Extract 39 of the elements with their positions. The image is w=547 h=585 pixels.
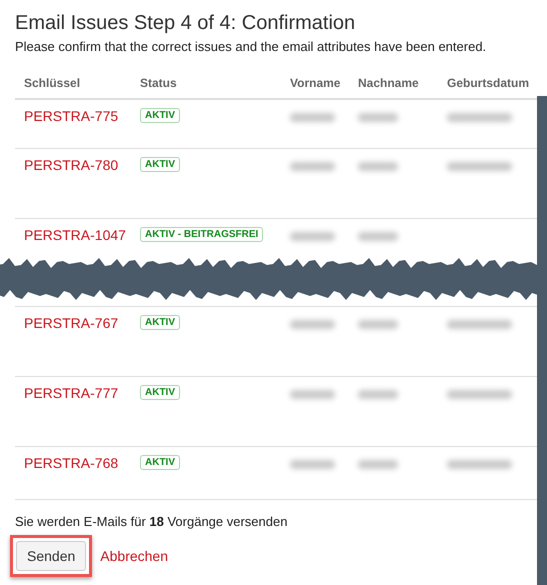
column-header: Schlüssel bbox=[24, 76, 82, 90]
blurred-text bbox=[447, 390, 512, 399]
blurred-text bbox=[447, 460, 512, 469]
blurred-text bbox=[290, 390, 335, 399]
summary-text: Sie werden E-Mails für 18 Vorgänge versenden bbox=[15, 514, 288, 529]
blurred-text bbox=[447, 320, 512, 329]
instruction-text: Please confirm that the correct issues and the email attributes have been entered. bbox=[15, 39, 488, 54]
page-title: Email Issues Step 4 of 4: Confirmation bbox=[15, 12, 356, 35]
issue-key-link[interactable]: PERSTRA-1047 bbox=[24, 227, 140, 243]
column-header: Geburtsdatum bbox=[447, 76, 530, 90]
cancel-link[interactable]: Abbrechen bbox=[100, 548, 168, 564]
status-lozenge: AKTIV bbox=[140, 157, 180, 172]
blurred-text bbox=[447, 113, 512, 122]
blurred-text bbox=[290, 162, 335, 171]
issue-key-link[interactable]: PERSTRA-768 bbox=[24, 455, 140, 471]
blurred-text bbox=[447, 162, 512, 171]
blurred-text bbox=[358, 162, 398, 171]
blurred-text bbox=[358, 320, 398, 329]
blurred-text bbox=[358, 113, 398, 122]
blurred-text bbox=[290, 113, 335, 122]
status-lozenge: AKTIV bbox=[140, 455, 180, 470]
blurred-text bbox=[358, 232, 398, 241]
issue-key-link[interactable]: PERSTRA-775 bbox=[24, 108, 140, 124]
blurred-text bbox=[290, 460, 335, 469]
status-lozenge: AKTIV bbox=[140, 108, 180, 123]
blurred-text bbox=[290, 232, 335, 241]
status-lozenge: AKTIV bbox=[140, 315, 180, 330]
blurred-text bbox=[290, 320, 335, 329]
issue-key-link[interactable]: PERSTRA-777 bbox=[24, 385, 140, 401]
issue-key-link[interactable]: PERSTRA-780 bbox=[24, 157, 140, 173]
column-header: Vorname bbox=[290, 76, 342, 90]
send-button[interactable]: Senden bbox=[16, 541, 86, 571]
issue-key-link[interactable]: PERSTRA-767 bbox=[24, 315, 140, 331]
blurred-text bbox=[358, 390, 398, 399]
column-header: Status bbox=[140, 76, 178, 90]
status-lozenge: AKTIV bbox=[140, 385, 180, 400]
status-lozenge: AKTIV - BEITRAGSFREI bbox=[140, 227, 264, 242]
blurred-text bbox=[358, 460, 398, 469]
column-header: Nachname bbox=[358, 76, 420, 90]
